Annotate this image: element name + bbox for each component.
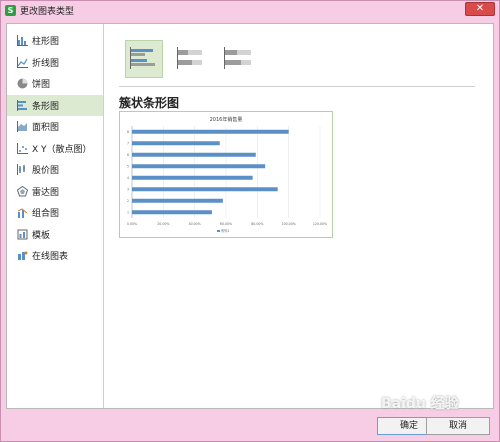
- sidebar-item-scatter-chart[interactable]: X Y（散点图）: [7, 138, 103, 160]
- stacked-bar-icon: [177, 47, 202, 69]
- chart-type-main-panel: 簇状条形图 2016年销售量 0.00% 20.00% 40.00% 60.00% 80.…: [105, 24, 493, 408]
- percent-stacked-bar-thumbnail[interactable]: [219, 40, 257, 78]
- sidebar-item-pie-chart[interactable]: 饼图: [7, 73, 103, 95]
- sidebar-item-label: 组合图: [32, 209, 60, 220]
- x-tick-label: 120.00%: [313, 222, 327, 226]
- sidebar-item-template[interactable]: 模板: [7, 224, 103, 246]
- legend-swatch: [217, 230, 220, 232]
- column-chart-icon: [17, 35, 28, 47]
- percent-stacked-bar-icon: [224, 47, 251, 69]
- bar: [132, 210, 212, 215]
- y-tick-label: 1: [127, 210, 129, 214]
- bar-chart-icon: [17, 99, 28, 111]
- sidebar-item-radar-chart[interactable]: 雷达图: [7, 181, 103, 203]
- chart-preview[interactable]: 2016年销售量 0.00% 20.00% 40.00% 60.00% 80.00% 100…: [119, 111, 333, 238]
- wps-app-icon: S: [5, 4, 16, 16]
- title-bar: S 更改图表类型 ✕: [1, 1, 499, 19]
- sidebar-item-combo-chart[interactable]: 组合图: [7, 202, 103, 224]
- dialog-body: 柱形图折线图饼图条形图面积图 X Y（散点图） 股价图雷达图组合图模板在线图表: [6, 23, 494, 409]
- template-icon: [17, 229, 28, 240]
- legend-label: 系列1: [221, 228, 229, 233]
- y-tick-label: 8: [127, 130, 129, 134]
- y-tick-label: 2: [127, 199, 129, 203]
- area-chart-icon: [17, 121, 28, 133]
- window-title: 更改图表类型: [20, 6, 75, 17]
- close-button[interactable]: ✕: [465, 2, 495, 16]
- sidebar-item-stock-chart[interactable]: 股价图: [7, 159, 103, 181]
- x-tick-label: 20.00%: [157, 222, 169, 226]
- scatter-chart-icon: [17, 142, 28, 154]
- sidebar-item-label: 模板: [32, 230, 51, 241]
- x-tick-label: 40.00%: [189, 222, 201, 226]
- sidebar-item-label: 饼图: [32, 80, 51, 91]
- subtype-thumbnails: [125, 40, 257, 78]
- divider: [119, 86, 475, 87]
- bar: [132, 198, 223, 203]
- sidebar-item-area-chart[interactable]: 面积图: [7, 116, 103, 138]
- sidebar-item-line-chart[interactable]: 折线图: [7, 52, 103, 74]
- bar: [132, 164, 266, 169]
- bar: [132, 152, 256, 157]
- bar-chart-svg: 2016年销售量 0.00% 20.00% 40.00% 60.00% 80.00% 100…: [127, 116, 327, 233]
- bar: [132, 129, 289, 134]
- y-tick-label: 5: [127, 164, 129, 168]
- change-chart-type-dialog: S 更改图表类型 ✕ 柱形图折线图饼图条形图面积图 X Y（散点图） 股价图雷达图组…: [0, 0, 500, 442]
- sidebar-item-online-chart[interactable]: 在线图表: [7, 245, 103, 267]
- sidebar-item-column-chart[interactable]: 柱形图: [7, 30, 103, 52]
- combo-chart-icon: [17, 207, 28, 219]
- chart-title: 2016年销售量: [210, 116, 243, 123]
- clustered-bar-thumbnail[interactable]: [125, 40, 163, 78]
- radar-chart-icon: [17, 185, 28, 197]
- cancel-button[interactable]: 取消: [426, 417, 490, 435]
- sidebar-item-label: 面积图: [32, 123, 60, 134]
- sidebar-item-label: 在线图表: [32, 252, 69, 263]
- pie-chart-icon: [17, 78, 28, 89]
- bar: [132, 141, 220, 146]
- subtype-heading: 簇状条形图: [119, 96, 180, 110]
- sidebar-item-label: 柱形图: [32, 37, 60, 48]
- sidebar-item-label: 条形图: [32, 101, 60, 112]
- chart-type-sidebar: 柱形图折线图饼图条形图面积图 X Y（散点图） 股价图雷达图组合图模板在线图表: [7, 24, 104, 408]
- line-chart-icon: [17, 56, 28, 68]
- sidebar-item-label: 股价图: [32, 166, 60, 177]
- y-tick-label: 6: [127, 153, 129, 157]
- watermark: Baidu 经验: [381, 396, 459, 412]
- stacked-bar-thumbnail[interactable]: [172, 40, 210, 78]
- sidebar-item-label: 折线图: [32, 58, 60, 69]
- x-tick-label: 0.00%: [127, 222, 137, 226]
- sidebar-item-label: 雷达图: [32, 187, 60, 198]
- y-tick-label: 3: [127, 187, 129, 191]
- clustered-bar-icon: [130, 47, 155, 69]
- stock-chart-icon: [17, 164, 28, 176]
- bar: [132, 175, 253, 180]
- y-tick-label: 4: [127, 176, 129, 180]
- y-tick-label: 7: [127, 141, 129, 145]
- bar: [132, 187, 278, 192]
- x-tick-label: 80.00%: [251, 222, 263, 226]
- x-tick-label: 60.00%: [220, 222, 232, 226]
- x-tick-label: 100.00%: [282, 222, 296, 226]
- online-chart-icon: [17, 250, 28, 261]
- sidebar-item-label: X Y（散点图）: [32, 144, 92, 155]
- sidebar-item-bar-chart[interactable]: 条形图: [7, 94, 103, 116]
- dialog-footer: 确定 取消: [6, 413, 494, 439]
